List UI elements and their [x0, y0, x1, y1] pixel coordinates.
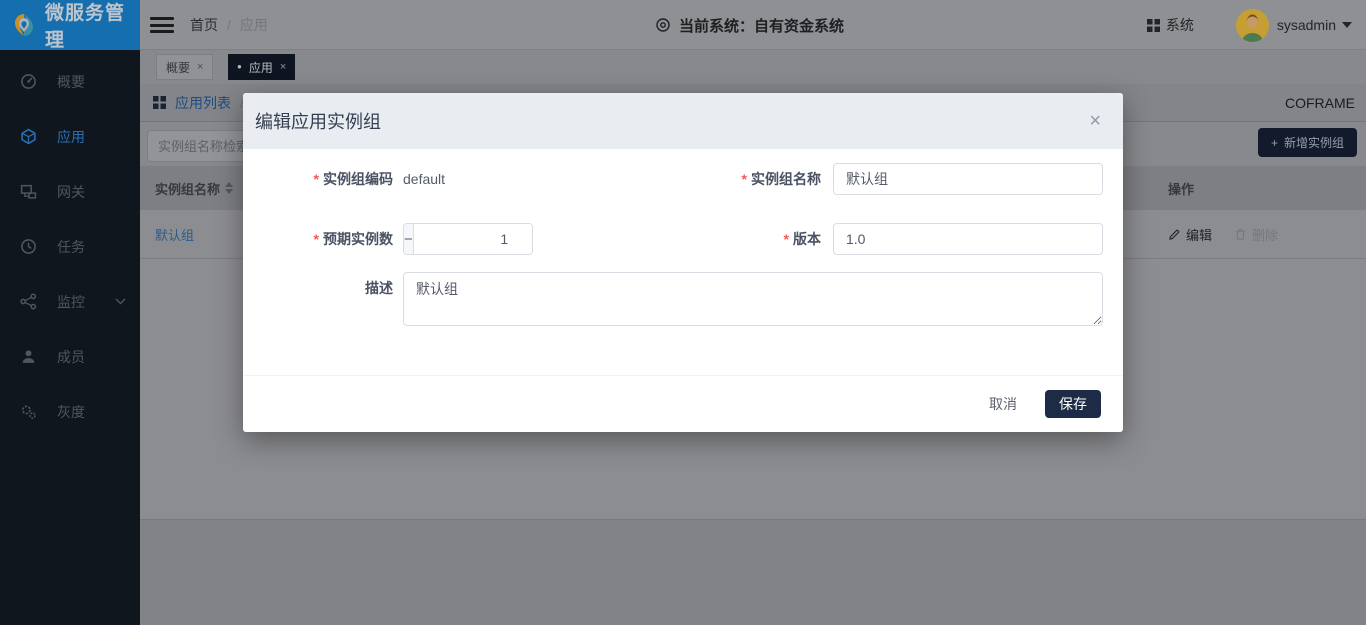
dialog-header: 编辑应用实例组 ×	[243, 93, 1123, 149]
cancel-button[interactable]: 取消	[979, 388, 1027, 420]
required-mark: *	[742, 171, 747, 187]
code-value: default	[403, 163, 445, 195]
expected-instances-field[interactable]	[414, 224, 533, 254]
version-label: *版本	[631, 223, 821, 255]
required-mark: *	[314, 171, 319, 187]
required-mark: *	[784, 231, 789, 247]
quantity-stepper: − +	[403, 223, 533, 255]
version-field[interactable]	[833, 223, 1103, 255]
dialog-title: 编辑应用实例组	[255, 108, 381, 134]
required-mark: *	[314, 231, 319, 247]
description-field[interactable]: 默认组	[403, 272, 1103, 326]
save-button[interactable]: 保存	[1045, 390, 1101, 418]
edit-instance-group-dialog: 编辑应用实例组 × *实例组编码 default *实例组名称 *预期实例数 −…	[243, 93, 1123, 432]
code-label: *实例组编码	[243, 163, 393, 195]
name-field[interactable]	[833, 163, 1103, 195]
decrease-button[interactable]: −	[404, 224, 414, 254]
name-label: *实例组名称	[631, 163, 821, 195]
close-icon[interactable]: ×	[1089, 107, 1101, 135]
expected-instances-label: *预期实例数	[243, 223, 393, 255]
description-label: 描述	[243, 272, 393, 304]
dialog-footer: 取消 保存	[243, 375, 1123, 432]
